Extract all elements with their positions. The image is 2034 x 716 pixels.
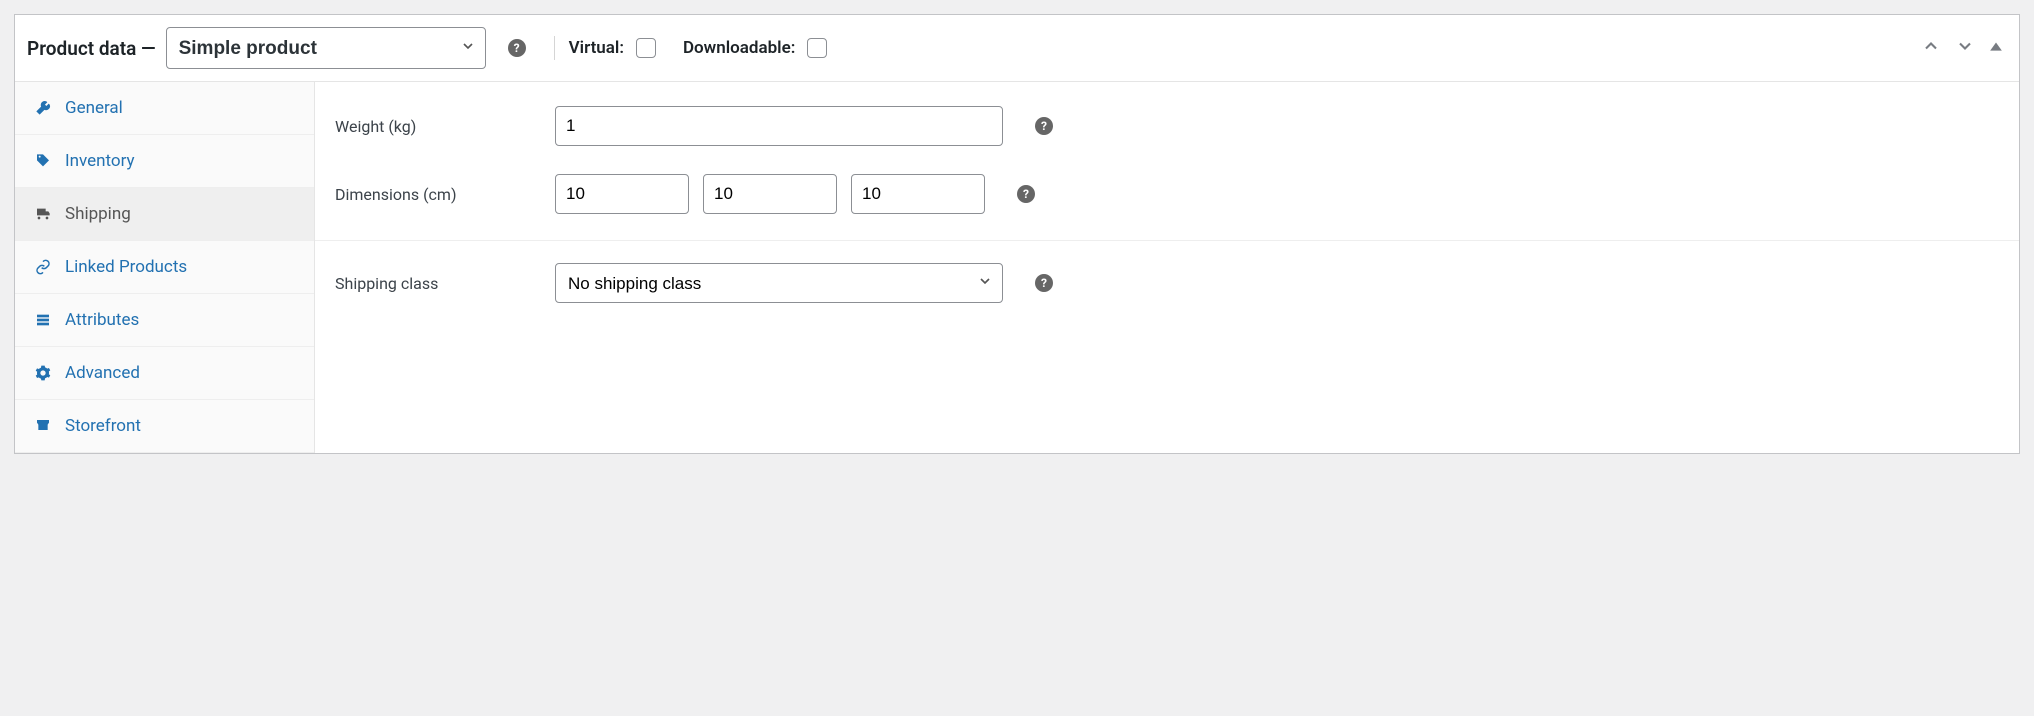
length-input[interactable] [555, 174, 689, 214]
downloadable-checkbox[interactable] [807, 38, 827, 58]
divider [554, 36, 555, 60]
dimensions-row: Dimensions (cm) ? [315, 160, 2019, 241]
truck-icon [35, 206, 53, 222]
tab-label: Inventory [65, 151, 135, 171]
move-down-icon[interactable] [1955, 36, 1975, 60]
move-up-icon[interactable] [1921, 36, 1941, 60]
tab-storefront[interactable]: Storefront [15, 400, 314, 453]
tab-label: Attributes [65, 310, 139, 330]
shipping-class-select[interactable]: No shipping class [555, 263, 1003, 303]
tab-label: Shipping [65, 204, 131, 224]
weight-label: Weight (kg) [335, 117, 555, 136]
tag-icon [35, 153, 53, 169]
product-type-select[interactable]: Simple product [166, 27, 486, 69]
weight-row: Weight (kg) ? [315, 92, 2019, 160]
product-data-panel: Product data — Simple product ? Virtual:… [14, 14, 2020, 454]
product-data-tabs: General Inventory Shipping [15, 82, 315, 453]
tab-shipping[interactable]: Shipping [15, 188, 314, 241]
store-icon [35, 418, 53, 434]
panel-controls [1921, 36, 2003, 60]
width-input[interactable] [703, 174, 837, 214]
help-icon[interactable]: ? [1017, 185, 1035, 203]
tab-label: Linked Products [65, 257, 187, 277]
tab-linked-products[interactable]: Linked Products [15, 241, 314, 294]
panel-header: Product data — Simple product ? Virtual:… [15, 15, 2019, 82]
collapse-panel-icon[interactable] [1989, 39, 2003, 57]
tab-inventory[interactable]: Inventory [15, 135, 314, 188]
wrench-icon [35, 100, 53, 116]
panel-body: General Inventory Shipping [15, 82, 2019, 453]
tab-label: Advanced [65, 363, 140, 383]
shipping-class-label: Shipping class [335, 274, 555, 293]
list-icon [35, 312, 53, 328]
panel-title: Product data — [27, 37, 156, 60]
virtual-label: Virtual: [569, 38, 624, 58]
product-type-select-wrap: Simple product [166, 27, 486, 69]
tab-label: General [65, 98, 123, 118]
tab-general[interactable]: General [15, 82, 314, 135]
height-input[interactable] [851, 174, 985, 214]
shipping-settings: Weight (kg) ? Dimensions (cm) ? [315, 82, 2019, 453]
help-icon[interactable]: ? [508, 39, 526, 57]
dimensions-label: Dimensions (cm) [335, 185, 555, 204]
virtual-checkbox[interactable] [636, 38, 656, 58]
gear-icon [35, 365, 53, 381]
shipping-class-row: Shipping class No shipping class ? [315, 249, 2019, 317]
downloadable-option: Downloadable: [683, 35, 830, 61]
help-icon[interactable]: ? [1035, 274, 1053, 292]
tab-attributes[interactable]: Attributes [15, 294, 314, 347]
virtual-option: Virtual: [569, 35, 659, 61]
link-icon [35, 259, 53, 275]
help-icon[interactable]: ? [1035, 117, 1053, 135]
tab-advanced[interactable]: Advanced [15, 347, 314, 400]
weight-input[interactable] [555, 106, 1003, 146]
tab-label: Storefront [65, 416, 141, 436]
downloadable-label: Downloadable: [683, 38, 795, 58]
